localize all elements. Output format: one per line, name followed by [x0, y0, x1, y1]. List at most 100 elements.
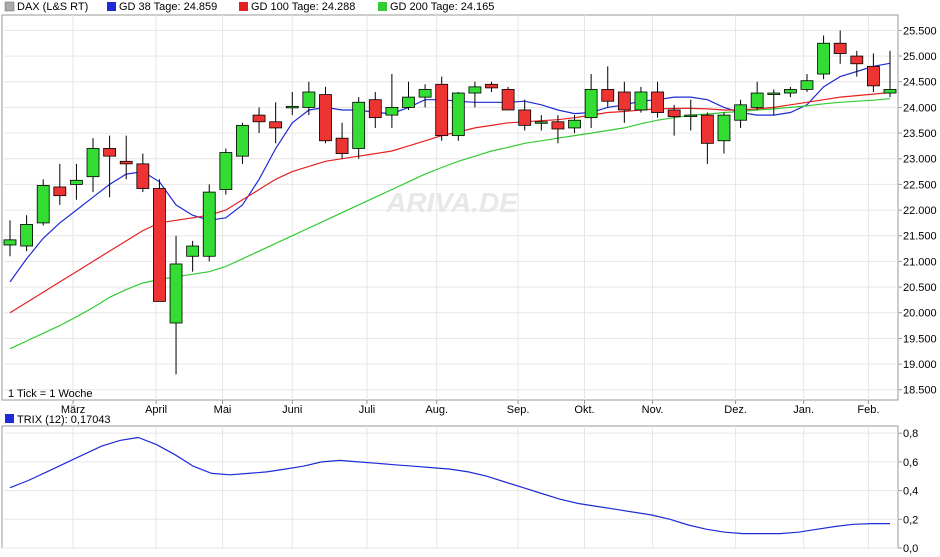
candle-body	[584, 89, 598, 119]
main-y-tick-label: 25.000	[903, 51, 937, 63]
candle-body	[219, 152, 233, 190]
trix-y-axis: 0,0 0,2 0,4 0,6 0,8	[898, 428, 918, 555]
candle-body	[501, 89, 515, 111]
candle-body	[534, 121, 548, 124]
legend-label-gd38: GD 38 Tage: 24.859	[119, 1, 217, 13]
candle	[153, 179, 166, 302]
x-tick-label: Nov.	[642, 404, 664, 416]
candle-body	[767, 92, 781, 95]
candle-body	[485, 83, 498, 89]
candle-body	[468, 86, 482, 94]
x-axis: März April Mai Juni Juli Aug. Sep. Okt. Nov. Dez.…	[61, 400, 879, 416]
candle-body	[634, 91, 648, 111]
candle-body	[651, 91, 664, 113]
candle-body	[883, 89, 897, 94]
candle-body	[3, 239, 17, 246]
main-panel: ARIVA.DE 1 Tick = 1 Woche	[1, 14, 899, 401]
legend-label-trix: TRIX (12): 0,17043	[17, 414, 111, 426]
candle-body	[70, 179, 83, 185]
x-tick-label: Dez.	[724, 404, 747, 416]
main-y-tick-label: 21.500	[903, 231, 937, 243]
candle-body	[568, 119, 581, 129]
candle-body	[866, 65, 880, 87]
candle-body	[418, 89, 432, 98]
main-y-tick-label: 19.500	[903, 333, 937, 345]
main-legend: DAX (L&S RT) GD 38 Tage: 24.859 GD 100 T…	[4, 1, 494, 13]
candle-body	[236, 124, 249, 157]
legend-label-dax: DAX (L&S RT)	[17, 1, 88, 13]
trix-y-tick-label: 0,2	[903, 514, 918, 526]
x-tick-label: April	[145, 404, 167, 416]
legend-label-gd200: GD 200 Tage: 24.165	[390, 1, 494, 13]
candle-body	[36, 185, 50, 224]
candle-body	[252, 114, 266, 123]
candle-body	[319, 94, 332, 142]
candle-body	[617, 91, 631, 111]
main-y-tick-label: 22.500	[903, 179, 937, 191]
trix-panel	[1, 425, 899, 549]
main-y-tick-label: 24.000	[903, 102, 937, 114]
candle	[202, 184, 216, 262]
candle-body	[103, 148, 117, 157]
candle-body	[717, 114, 731, 142]
main-y-tick-label: 25.500	[903, 25, 937, 37]
candle	[219, 148, 233, 195]
candle-body	[783, 89, 797, 94]
legend-swatch-gd200	[378, 2, 387, 11]
trix-y-tick-label: 0,4	[903, 486, 918, 498]
candle-body	[850, 55, 864, 65]
candle-body	[750, 92, 764, 108]
candle-body	[335, 137, 349, 154]
legend-swatch-trix	[5, 414, 14, 423]
main-y-tick-label: 23.000	[903, 154, 937, 166]
candle-body	[402, 96, 415, 108]
candle-body	[86, 148, 100, 178]
candle	[36, 179, 50, 226]
chart-canvas: ARIVA.DE 1 Tick = 1 Woche 18.500 19.000 19…	[1, 1, 937, 555]
candle-body	[302, 91, 316, 108]
tick-note: 1 Tick = 1 Woche	[8, 388, 92, 400]
candle-body	[667, 109, 681, 118]
candle	[501, 86, 515, 111]
candle-body	[601, 89, 615, 102]
x-tick-label: Okt.	[574, 404, 594, 416]
candle-body	[169, 263, 183, 324]
candle-body	[817, 42, 830, 75]
legend-swatch-dax	[4, 1, 15, 12]
candle-body	[119, 160, 133, 165]
candle-body	[202, 191, 216, 257]
trix-panel-frame	[1, 425, 899, 549]
legend-swatch-gd100	[239, 2, 248, 11]
main-y-tick-label: 19.000	[903, 359, 937, 371]
main-y-tick-label: 22.000	[903, 205, 937, 217]
candle-body	[551, 121, 565, 130]
main-y-tick-label: 18.500	[903, 385, 937, 397]
x-tick-label: Jan.	[793, 404, 814, 416]
candle-body	[20, 224, 34, 247]
trix-legend: TRIX (12): 0,17043	[5, 414, 111, 426]
main-y-tick-label: 20.000	[903, 308, 937, 320]
candle-body	[734, 104, 747, 121]
watermark: ARIVA.DE	[385, 187, 519, 218]
x-tick-label: Juni	[282, 404, 302, 416]
legend-swatch-gd38	[107, 2, 116, 11]
candle-body	[186, 245, 200, 257]
trix-y-tick-label: 0,6	[903, 457, 918, 469]
x-tick-label: Aug.	[425, 404, 448, 416]
candle-body	[269, 121, 283, 129]
candle-body	[700, 114, 714, 144]
candle	[319, 86, 332, 144]
trix-y-tick-label: 0,0	[903, 543, 918, 555]
main-y-tick-label: 21.000	[903, 256, 937, 268]
candle-body	[368, 99, 382, 119]
main-y-axis: 18.500 19.000 19.500 20.000 20.500 21.000 21.5…	[898, 25, 937, 397]
candle-body	[800, 80, 814, 90]
main-y-tick-label: 23.500	[903, 128, 937, 140]
x-tick-label: Feb.	[857, 404, 879, 416]
candle-body	[451, 92, 465, 137]
candle-body	[684, 114, 698, 117]
candle-body	[833, 42, 847, 54]
candle-body	[53, 186, 67, 197]
candle	[451, 92, 465, 141]
candle-body	[136, 163, 150, 189]
